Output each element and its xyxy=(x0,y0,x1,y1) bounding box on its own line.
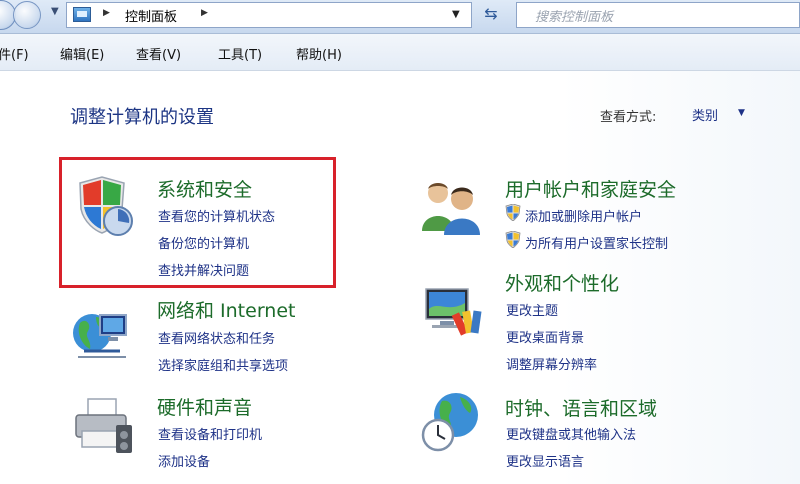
uac-shield-icon xyxy=(505,204,521,221)
chevron-down-icon[interactable]: ▼ xyxy=(738,108,745,118)
link-view-network-status[interactable]: 查看网络状态和任务 xyxy=(158,328,275,347)
main-content: 调整计算机的设置 查看方式: 类别 ▼ 系统和安全 查看您的计算机状态 备份您的… xyxy=(0,71,800,484)
link-find-fix-problems[interactable]: 查找并解决问题 xyxy=(158,260,249,279)
refresh-icon: ⇆ xyxy=(484,4,498,23)
category-system-security[interactable]: 系统和安全 xyxy=(157,175,252,202)
breadcrumb-separator-icon[interactable]: ▶ xyxy=(201,8,208,18)
link-devices-printers[interactable]: 查看设备和打印机 xyxy=(158,424,262,443)
users-icon[interactable] xyxy=(420,175,482,237)
link-backup-computer[interactable]: 备份您的计算机 xyxy=(158,233,249,252)
menu-file[interactable]: 件(F) xyxy=(0,44,29,63)
history-dropdown-icon[interactable]: ▼ xyxy=(51,6,59,17)
link-parental-controls[interactable]: 为所有用户设置家长控制 xyxy=(525,233,668,252)
category-user-accounts[interactable]: 用户帐户和家庭安全 xyxy=(505,175,676,202)
category-network-internet[interactable]: 网络和 Internet xyxy=(157,296,295,323)
page-title: 调整计算机的设置 xyxy=(70,107,214,128)
address-dropdown-icon[interactable]: ▼ xyxy=(452,9,460,20)
view-by-dropdown[interactable]: 类别 xyxy=(692,105,718,124)
breadcrumb-separator-icon[interactable]: ▶ xyxy=(103,8,110,18)
monitor-paint-icon[interactable] xyxy=(422,283,484,345)
menu-edit[interactable]: 编辑(E) xyxy=(60,44,104,63)
control-panel-icon xyxy=(73,7,91,22)
link-homegroup-sharing[interactable]: 选择家庭组和共享选项 xyxy=(158,355,288,374)
link-change-theme[interactable]: 更改主题 xyxy=(506,300,558,319)
link-change-display-language[interactable]: 更改显示语言 xyxy=(506,451,584,470)
menu-view[interactable]: 查看(V) xyxy=(136,44,181,63)
search-placeholder: 搜索控制面板 xyxy=(535,10,614,25)
search-input[interactable]: 搜索控制面板 xyxy=(516,2,800,28)
link-add-remove-accounts[interactable]: 添加或删除用户帐户 xyxy=(525,206,642,225)
address-toolbar: ▼ ▶ 控制面板 ▶ ▼ ⇆ 搜索控制面板 xyxy=(0,0,800,34)
menu-help[interactable]: 帮助(H) xyxy=(296,44,342,63)
category-clock-language-region[interactable]: 时钟、语言和区域 xyxy=(505,394,657,421)
link-adjust-resolution[interactable]: 调整屏幕分辨率 xyxy=(506,354,597,373)
breadcrumb-control-panel[interactable]: 控制面板 xyxy=(125,6,177,25)
category-hardware-sound[interactable]: 硬件和声音 xyxy=(157,393,252,420)
view-by-label: 查看方式: xyxy=(600,110,657,125)
link-change-desktop-background[interactable]: 更改桌面背景 xyxy=(506,327,584,346)
link-view-computer-status[interactable]: 查看您的计算机状态 xyxy=(158,206,275,225)
forward-button[interactable] xyxy=(13,1,41,29)
uac-shield-icon xyxy=(505,231,521,248)
link-change-keyboard-input[interactable]: 更改键盘或其他输入法 xyxy=(506,424,636,443)
globe-clock-icon[interactable] xyxy=(420,391,482,453)
menu-tools[interactable]: 工具(T) xyxy=(218,44,262,63)
category-appearance[interactable]: 外观和个性化 xyxy=(505,269,619,296)
shield-icon[interactable] xyxy=(72,175,134,237)
network-icon[interactable] xyxy=(70,303,132,365)
refresh-button[interactable]: ⇆ xyxy=(474,2,508,28)
printer-icon[interactable] xyxy=(72,395,134,457)
menu-bar: 件(F) 编辑(E) 查看(V) 工具(T) 帮助(H) xyxy=(0,34,800,71)
address-field[interactable]: ▶ 控制面板 ▶ ▼ xyxy=(66,2,472,28)
link-add-device[interactable]: 添加设备 xyxy=(158,451,210,470)
